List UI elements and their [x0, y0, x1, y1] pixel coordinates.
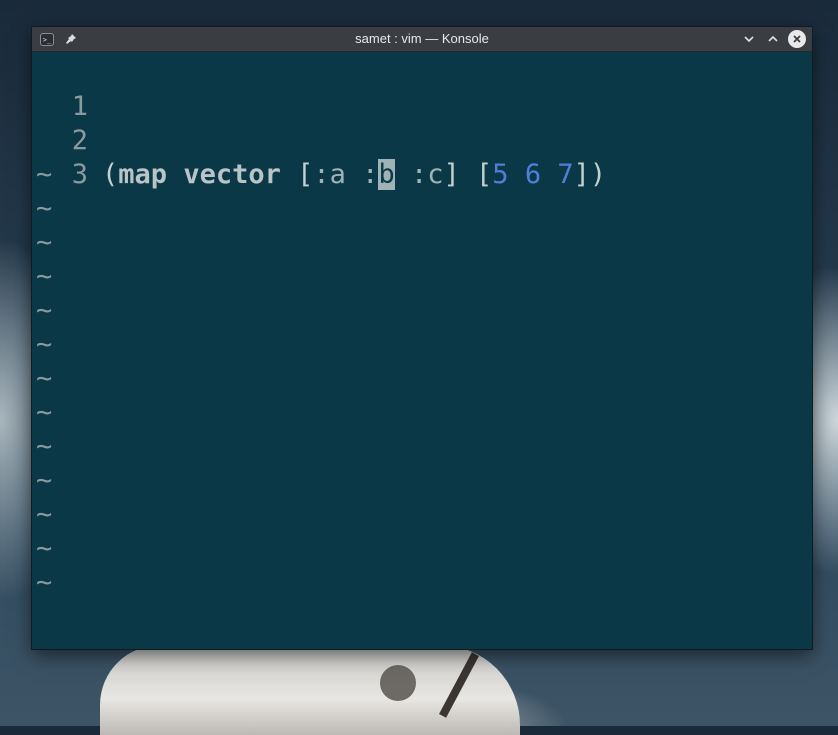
empty-line-tilde: ~ — [36, 533, 53, 564]
empty-line-tilde: ~ — [36, 397, 53, 428]
minimize-button[interactable] — [740, 30, 758, 48]
empty-line-tilde: ~ — [36, 159, 53, 190]
editor-line-3: 3 — [32, 124, 130, 190]
empty-line-tilde: ~ — [36, 295, 53, 326]
empty-line-tilde: ~ — [36, 465, 53, 496]
number-5: 5 — [492, 159, 509, 190]
keyword-b-colon: : — [362, 159, 379, 190]
number-7: 7 — [557, 159, 574, 190]
chevron-down-icon — [744, 36, 754, 43]
empty-line-tilde: ~ — [36, 227, 53, 258]
empty-line-tilde: ~ — [36, 329, 53, 360]
empty-line-tilde: ~ — [36, 499, 53, 530]
empty-line-tilde: ~ — [36, 567, 53, 598]
chevron-up-icon — [768, 35, 778, 42]
open-bracket: [ — [476, 159, 493, 190]
editor-line-2: 2 (map vector [:a :b :c] [5 6 7]) — [32, 90, 606, 190]
keyword-a: :a — [313, 159, 346, 190]
text-cursor: b — [378, 159, 395, 190]
close-button[interactable] — [788, 30, 806, 48]
pin-icon[interactable] — [62, 30, 80, 48]
number-6: 6 — [524, 159, 542, 190]
close-paren: ) — [589, 159, 607, 190]
code-text: (map vector [:a :b :c] [5 6 7]) — [102, 158, 606, 192]
maximize-button[interactable] — [764, 30, 782, 48]
open-bracket: [ — [297, 159, 314, 190]
empty-line-tilde: ~ — [36, 363, 53, 394]
editor-line-1: 1 — [32, 56, 130, 122]
close-icon — [793, 35, 801, 43]
terminal-icon[interactable]: >_ — [38, 30, 56, 48]
empty-line-tilde: ~ — [36, 261, 53, 292]
empty-line-tilde: ~ — [36, 431, 53, 462]
konsole-window[interactable]: >_ samet : vim — Konsole 1 2 (map vector… — [32, 27, 812, 649]
close-bracket: ] — [573, 159, 590, 190]
title-bar[interactable]: >_ samet : vim — Konsole — [32, 27, 812, 52]
close-bracket: ] — [443, 159, 460, 190]
vim-editor[interactable]: 1 2 (map vector [:a :b :c] [5 6 7]) 3 ~ … — [32, 52, 812, 649]
empty-line-tilde: ~ — [36, 193, 53, 224]
window-title: samet : vim — Konsole — [355, 31, 489, 46]
keyword-c: :c — [410, 159, 444, 190]
function-vector: vector — [183, 159, 281, 190]
